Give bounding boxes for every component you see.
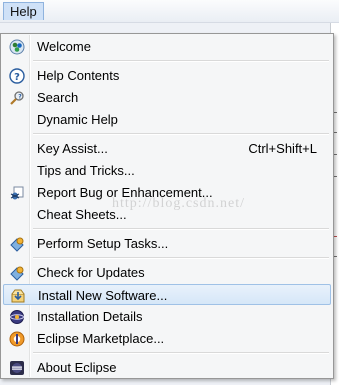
menu-item-label: Welcome	[37, 39, 91, 54]
update-icon	[9, 265, 25, 281]
menu-item-label: Perform Setup Tasks...	[37, 236, 169, 251]
menu-bar: Help	[0, 0, 339, 23]
menu-item-perform-setup-tasks[interactable]: Perform Setup Tasks...	[3, 233, 331, 254]
watermark-text: http://blog.csdn.net/	[112, 196, 245, 211]
menu-item-label: Install New Software...	[38, 288, 168, 303]
eclipse-icon	[9, 360, 25, 376]
menu-separator	[33, 228, 329, 230]
menu-help[interactable]: Help	[3, 2, 44, 20]
menu-item-label: Dynamic Help	[37, 112, 118, 127]
install-software-icon	[10, 288, 26, 304]
menu-item-about-eclipse[interactable]: About Eclipse	[3, 357, 331, 378]
search-icon: ?	[9, 90, 25, 106]
menu-separator	[33, 60, 329, 62]
menu-item-tips-and-tricks[interactable]: Tips and Tricks...	[3, 160, 331, 181]
menu-item-shortcut: Ctrl+Shift+L	[248, 141, 317, 156]
help-contents-icon: ?	[9, 68, 25, 84]
menu-item-check-for-updates[interactable]: Check for Updates	[3, 262, 331, 283]
menu-item-label: Key Assist...	[37, 141, 108, 156]
marketplace-icon	[9, 331, 25, 347]
menu-item-key-assist[interactable]: Key Assist... Ctrl+Shift+L	[3, 138, 331, 159]
setup-tasks-icon	[9, 236, 25, 252]
welcome-icon	[9, 39, 25, 55]
menu-item-welcome[interactable]: Welcome	[3, 36, 331, 57]
menu-item-dynamic-help[interactable]: Dynamic Help	[3, 109, 331, 130]
svg-text:?: ?	[18, 94, 22, 101]
menu-separator	[33, 352, 329, 354]
menu-item-install-new-software[interactable]: Install New Software...	[3, 284, 331, 305]
menu-item-label: Search	[37, 90, 79, 105]
menu-item-label: About Eclipse	[37, 360, 117, 375]
menu-item-eclipse-marketplace[interactable]: Eclipse Marketplace...	[3, 328, 331, 349]
report-bug-icon	[9, 185, 25, 201]
installation-details-icon	[9, 309, 25, 325]
menu-item-installation-details[interactable]: Installation Details	[3, 306, 331, 327]
menu-item-label: Tips and Tricks...	[37, 163, 135, 178]
svg-text:?: ?	[14, 72, 20, 83]
menu-separator	[33, 133, 329, 135]
menu-item-label: Installation Details	[37, 309, 143, 324]
menu-item-label: Eclipse Marketplace...	[37, 331, 165, 346]
menu-item-help-contents[interactable]: ? Help Contents	[3, 65, 331, 86]
menu-separator	[33, 257, 329, 259]
menu-item-label: Check for Updates	[37, 265, 145, 280]
menu-item-search[interactable]: ? Search	[3, 87, 331, 108]
menu-item-label: Help Contents	[37, 68, 120, 83]
